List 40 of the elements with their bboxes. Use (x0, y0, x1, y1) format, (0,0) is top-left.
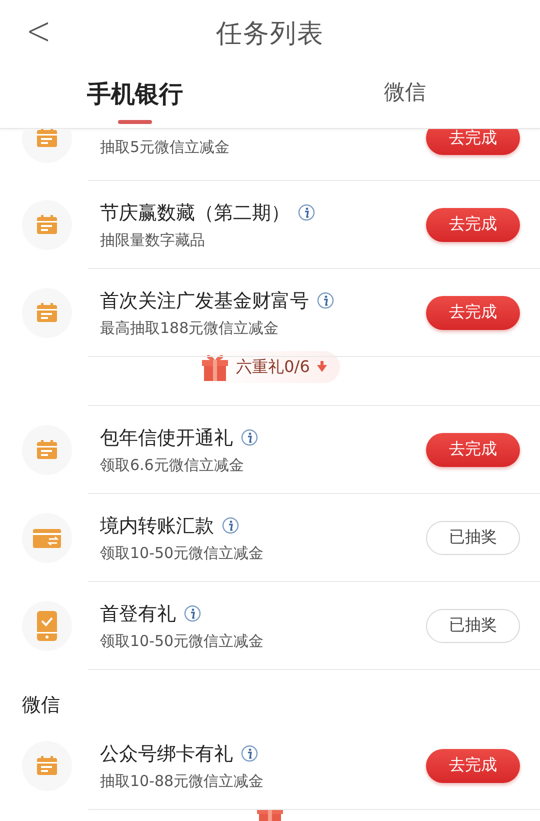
task-description: 抽限量数字藏品 (100, 230, 206, 250)
back-button[interactable]: < (26, 8, 52, 54)
drawn-button[interactable]: 已抽奖 (426, 520, 520, 554)
info-icon[interactable] (241, 745, 258, 762)
phone-check-icon (37, 610, 57, 640)
info-icon[interactable] (241, 429, 258, 446)
complete-button[interactable]: 去完成 (426, 129, 520, 155)
task-description: 领取6.6元微信立减金 (100, 456, 245, 474)
section-heading: 微信 (21, 693, 61, 718)
calendar-icon (36, 214, 58, 236)
tab[interactable]: 手机银行 (0, 66, 270, 128)
calendar-icon (36, 302, 58, 324)
gift-icon (200, 352, 230, 382)
task-title: 节庆赢数藏（第二期） (100, 200, 290, 226)
page-title: 任务列表 (216, 18, 324, 50)
task-title: 首登有礼 (100, 602, 176, 626)
calendar-icon (36, 754, 58, 776)
info-icon[interactable] (298, 204, 315, 221)
task-description: 抽取5元微信立减金 (100, 138, 231, 157)
task-title: 首次关注广发基金财富号 (100, 288, 309, 314)
task-description: 领取10-50元微信立减金 (100, 544, 265, 562)
task-title: 公众号绑卡有礼 (100, 742, 233, 766)
bonus-toggle[interactable]: 六重礼0/6 (200, 351, 340, 383)
info-icon[interactable] (222, 517, 239, 534)
complete-button[interactable]: 去完成 (426, 748, 520, 782)
task-description: 抽取10-88元微信立减金 (100, 772, 265, 790)
card-icon (33, 526, 61, 548)
task-description: 领取10-50元微信立减金 (100, 632, 265, 650)
calendar-icon (36, 438, 58, 460)
task-title: 包年信使开通礼 (100, 426, 233, 450)
tab[interactable]: 微信 (270, 66, 540, 128)
down-arrow-icon (316, 361, 328, 373)
info-icon[interactable] (317, 292, 334, 309)
complete-button[interactable]: 去完成 (426, 208, 520, 242)
complete-button[interactable]: 去完成 (426, 296, 520, 330)
drawn-button[interactable]: 已抽奖 (426, 608, 520, 642)
task-title: 境内转账汇款 (100, 514, 214, 538)
complete-button[interactable]: 去完成 (426, 432, 520, 466)
info-icon[interactable] (184, 605, 201, 622)
task-description: 最高抽取188元微信立减金 (100, 318, 280, 338)
